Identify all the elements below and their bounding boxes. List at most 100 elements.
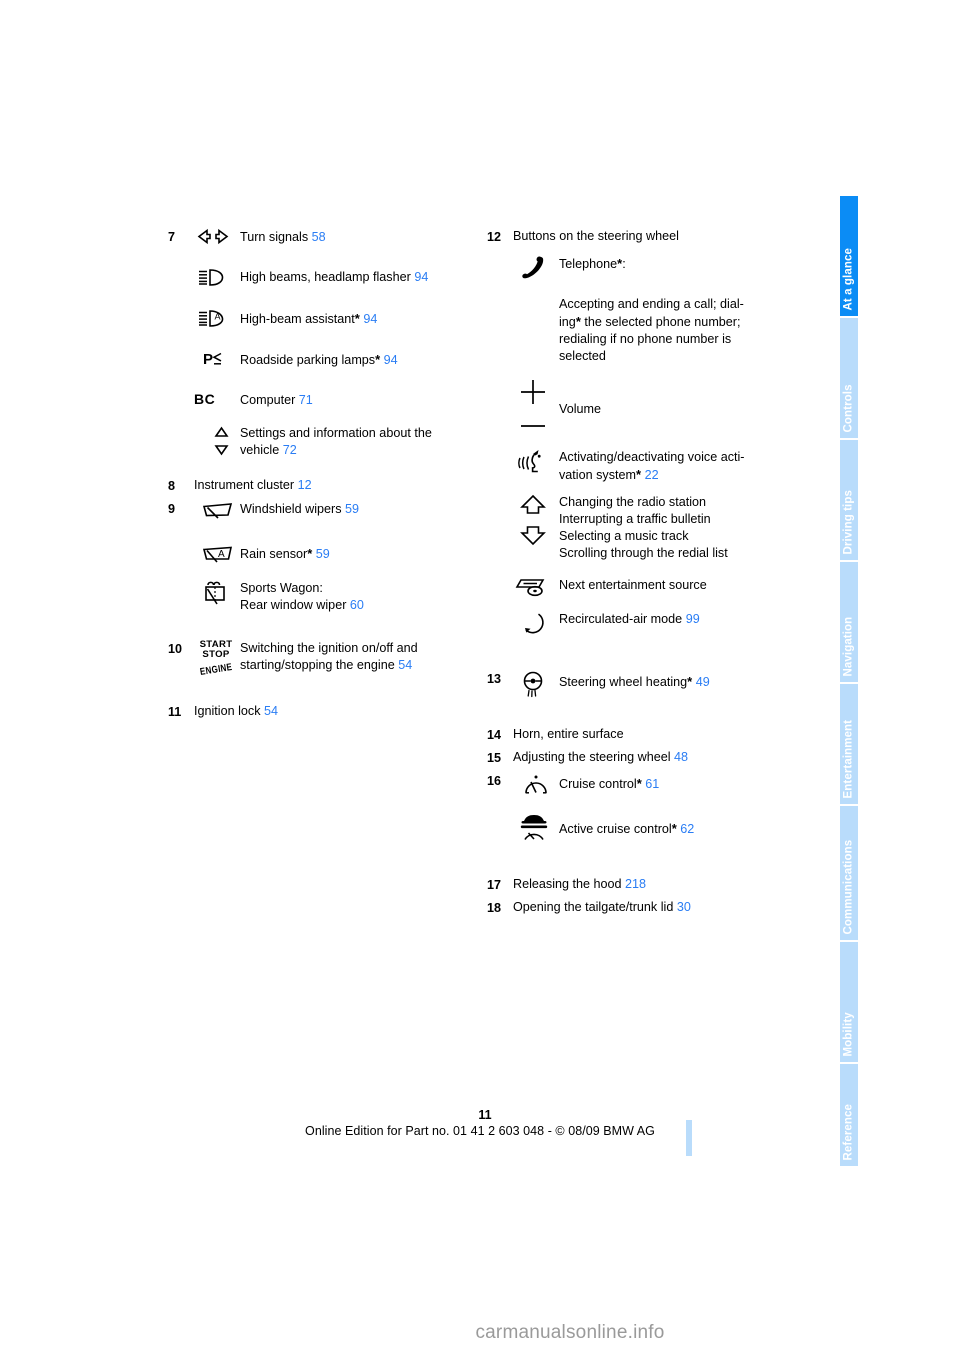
bc-glyph: BC [194,391,216,407]
item-text: Windshield wipers 59 [240,502,360,516]
item-text-line: redialing if no phone number is [559,332,732,346]
item-text: Rain sensor* 59 [240,546,330,561]
item-number: 15 [487,751,502,765]
item-text-line: Accepting and ending a call; dial- [559,297,744,311]
tab-label: Controls [842,383,855,432]
page-ref: 94 [414,270,429,284]
page-ref: 218 [625,877,647,891]
tab-driving-tips[interactable]: Driving tips [840,440,858,560]
list-item: 17 Releasing the hood 218 [487,876,807,894]
rain-sensor-icon: A [194,544,240,566]
item-text: Recirculated-air mode 99 [559,612,700,626]
list-item: 9 Windshield wipers 59 [168,500,478,522]
list-item: 14 Horn, entire surface [487,726,807,744]
option-asterisk: * [307,546,313,561]
voice-activation-icon [513,449,559,477]
svg-text:P: P [203,351,213,368]
item-text-line: Switching the ignition on/off and [240,641,418,655]
colon: : [622,257,626,271]
item-text: Turn signals 58 [240,230,326,244]
item-text: Opening the tailgate/trunk lid 30 [513,900,691,914]
item-number: 17 [487,878,502,892]
item-number: 14 [487,728,502,742]
tab-mobility[interactable]: Mobility [840,942,858,1062]
list-item: 7 P Roadside parking lamps* 94 [168,350,478,369]
item-heading: Buttons on the steering wheel [513,229,679,243]
page-ref: 30 [676,900,691,914]
svg-text:A: A [218,549,225,560]
item-number: 13 [487,672,502,686]
option-asterisk: * [354,311,360,326]
cruise-control-icon [513,772,559,800]
page-ref: 48 [674,750,689,764]
list-item: 7 BC Computer 71 [168,391,478,409]
item-text-line: starting/stopping the engine [240,658,395,672]
item-text: Releasing the hood 218 [513,877,647,891]
list-item: 7 Turn signals 58 [168,228,478,246]
page-ref: 71 [298,393,313,407]
item-text-line: Rear window wiper [240,598,347,612]
tab-at-a-glance[interactable]: At a glance [840,196,858,316]
option-asterisk: * [671,821,677,836]
tab-label: At a glance [842,247,855,310]
item-number: 8 [168,479,176,493]
item-text: Horn, entire surface [513,727,624,741]
item-text: Settings and information about the vehic… [240,425,478,459]
item-text-line: ing [559,315,576,329]
page-ref: 54 [398,658,413,672]
item-text: Adjusting the steering wheel 48 [513,750,689,764]
list-item: 8 Instrument cluster 12 [168,477,478,495]
item-text: High-beam assistant* 94 [240,311,378,326]
page-ref: 59 [315,547,330,561]
item-text: Volume [559,402,602,416]
item-text-line: vation system [559,468,636,482]
engine-label: ENGINE [198,661,233,678]
windshield-wiper-icon [194,500,240,522]
section-tab-rail: At a glance Controls Driving tips Naviga… [840,196,858,1166]
tab-controls[interactable]: Controls [840,318,858,438]
item-number: 9 [168,502,176,516]
tab-label: Mobility [842,1011,855,1056]
item-text: Sports Wagon: Rear window wiper 60 [240,580,478,614]
roadside-parking-lamps-icon: P [194,350,240,368]
imprint-text: Online Edition for Part no. 01 41 2 603 … [305,1124,655,1138]
page-number: 11 [478,1108,492,1122]
page-ref: 49 [695,675,710,689]
option-asterisk: * [687,674,693,689]
list-item: 12 Changing the radio station Interrupti… [487,494,807,562]
item-text: High beams, headlamp flasher 94 [240,270,429,284]
item-text: Telephone*: [559,256,626,271]
item-text: Cruise control* 61 [559,776,660,791]
watermark: carmanualsonline.info [475,1322,665,1343]
manual-page: At a glance Controls Driving tips Naviga… [0,0,960,1358]
start-stop-engine-icon: START STOP ENGINE [194,639,240,678]
tab-entertainment[interactable]: Entertainment [840,684,858,804]
list-item: 16 Active cruise control* 62 [487,812,807,846]
list-item: 9 A Rain sensor* 59 [168,544,478,566]
page-ref: 54 [264,703,279,718]
item-text-line: Scrolling through the redial list [559,546,728,560]
tab-communications[interactable]: Communications [840,806,858,940]
item-text: Roadside parking lamps* 94 [240,352,398,367]
list-item: 11 Ignition lock 54 [168,703,478,721]
tab-label: Communications [842,839,855,934]
telephone-icon [513,254,559,288]
tab-navigation[interactable]: Navigation [840,562,858,682]
page-ref: 59 [345,502,360,516]
item-text: Next entertainment source [559,578,707,592]
item-number: 11 [168,704,182,719]
list-item: 12 Recirculated-air mode 99 [487,610,807,636]
high-beam-assistant-icon: A [194,309,240,328]
option-asterisk: * [375,352,381,367]
list-item: 12 Telephone*: [487,254,807,288]
up-down-arrows-icon [194,425,240,459]
item-text-line: Settings and information about the [240,426,432,440]
item-number: 16 [487,774,502,788]
left-content-column: 7 Turn signals 58 7 [168,228,478,721]
item-text: Steering wheel heating* 49 [559,674,710,689]
item-number: 12 [487,230,502,244]
tab-label: Driving tips [842,489,855,554]
tab-label: Navigation [842,616,855,676]
item-text: Computer 71 [240,393,313,407]
page-ref: 61 [645,777,660,791]
